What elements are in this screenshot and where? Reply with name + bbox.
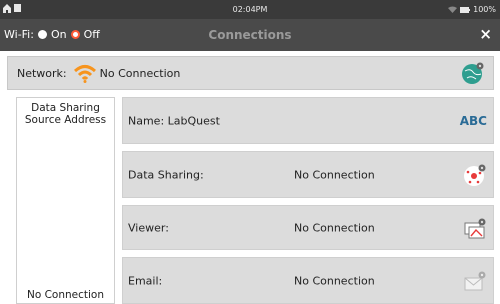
- device-name-row[interactable]: Name: LabQuest ABC: [122, 97, 494, 144]
- data-sharing-title: Data Sharing: [31, 102, 100, 114]
- email-status: No Connection: [294, 274, 375, 287]
- source-address-value: No Connection: [26, 289, 105, 301]
- email-label: Email:: [128, 274, 163, 287]
- email-row[interactable]: Email: No Connection: [122, 257, 494, 304]
- source-address-title: Source Address: [24, 114, 107, 126]
- viewer-status: No Connection: [294, 221, 375, 234]
- page-title: Connections: [208, 28, 292, 42]
- edit-name-button[interactable]: ABC: [460, 114, 487, 128]
- network-label: Network:: [17, 66, 67, 80]
- battery-icon: [460, 6, 471, 13]
- title-bar: Wi-Fi: On Off Connections ×: [0, 19, 500, 51]
- viewer-settings-icon[interactable]: [463, 217, 487, 239]
- status-right: 100%: [448, 5, 496, 14]
- network-row: Network: No Connection: [7, 56, 494, 90]
- data-sharing-settings-icon[interactable]: [463, 163, 487, 187]
- viewer-label: Viewer:: [128, 221, 169, 234]
- status-bar: 02:04PM 100%: [0, 0, 500, 19]
- close-button[interactable]: ×: [479, 25, 492, 43]
- email-settings-icon[interactable]: [463, 270, 487, 292]
- data-sharing-label: Data Sharing:: [128, 168, 204, 181]
- data-sharing-status: No Connection: [294, 168, 375, 181]
- network-settings-icon[interactable]: [461, 61, 485, 85]
- wifi-signal-icon: [73, 65, 96, 83]
- data-sharing-source-panel: Data Sharing Source Address No Connectio…: [16, 97, 115, 304]
- viewer-row[interactable]: Viewer: No Connection: [122, 205, 494, 250]
- network-value: No Connection: [99, 66, 181, 80]
- data-sharing-row[interactable]: Data Sharing: No Connection: [122, 151, 494, 198]
- close-icon[interactable]: ×: [479, 25, 492, 43]
- status-time: 02:04PM: [232, 5, 268, 14]
- battery-level: 100%: [473, 5, 496, 14]
- data-sharing-source-heading: Data Sharing Source Address: [17, 102, 114, 126]
- device-name-label: Name: LabQuest: [128, 114, 220, 127]
- wifi-status-icon: [448, 6, 458, 13]
